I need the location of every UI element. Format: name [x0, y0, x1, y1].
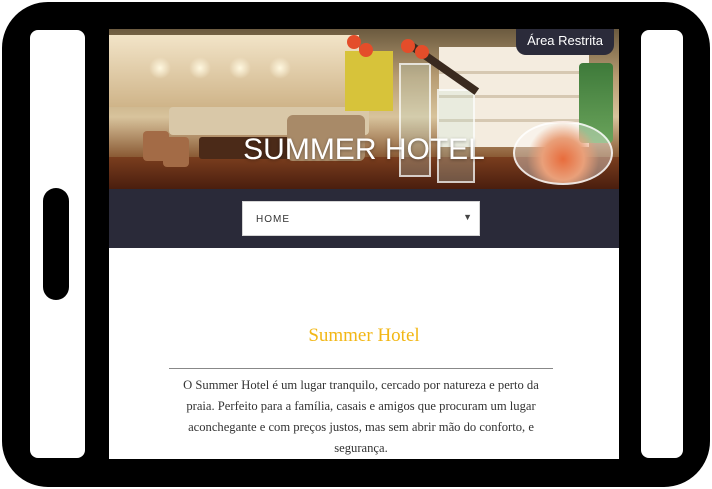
divider [169, 368, 553, 369]
nav-select[interactable]: HOME ▼ [242, 201, 480, 236]
chevron-down-icon: ▼ [463, 212, 472, 222]
tablet-bezel-right [641, 30, 683, 458]
hero-banner: SUMMER HOTEL Área Restrita [109, 29, 619, 189]
nav-select-value: HOME [256, 214, 290, 225]
tablet-home-button[interactable] [43, 188, 69, 300]
site-title: SUMMER HOTEL [243, 133, 485, 166]
description-text: O Summer Hotel é um lugar tranquilo, cer… [183, 378, 539, 455]
restricted-area-button[interactable]: Área Restrita [516, 29, 614, 55]
section-title: Summer Hotel [308, 325, 420, 346]
screen: SUMMER HOTEL Área Restrita HOME ▼ Summer… [109, 29, 619, 459]
navigation-bar: HOME ▼ [109, 189, 619, 248]
